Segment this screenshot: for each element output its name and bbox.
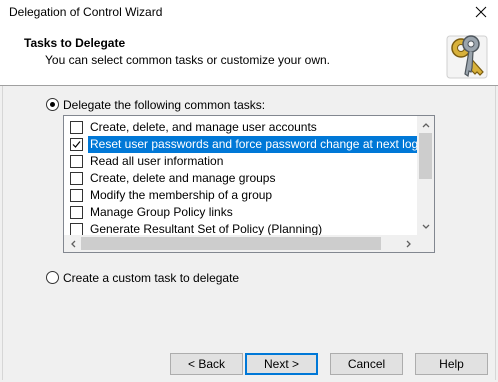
delegate-common-radio[interactable]	[46, 98, 59, 111]
window-title: Delegation of Control Wizard	[9, 5, 163, 19]
chevron-up-icon	[422, 122, 429, 127]
list-item[interactable]: Manage Group Policy links	[70, 204, 422, 221]
list-item[interactable]: Modify the membership of a group	[70, 187, 422, 204]
list-item[interactable]: Reset user passwords and force password …	[70, 136, 434, 153]
close-icon	[475, 6, 487, 17]
list-item[interactable]: Create, delete and manage groups	[70, 170, 422, 187]
task-label: Create, delete and manage groups	[90, 171, 276, 185]
chevron-left-icon	[70, 240, 75, 247]
scroll-up-button[interactable]	[417, 116, 434, 133]
cancel-button[interactable]: Cancel	[330, 353, 403, 375]
checkmark-icon	[72, 141, 81, 148]
task-checkbox[interactable]	[70, 121, 83, 134]
chevron-down-icon	[422, 224, 429, 229]
task-checkbox[interactable]	[70, 138, 83, 151]
scrollbar-corner	[417, 235, 434, 252]
list-item[interactable]: Create, delete, and manage user accounts	[70, 119, 422, 136]
title-bar: Delegation of Control Wizard	[0, 0, 498, 23]
scroll-right-button[interactable]	[400, 235, 417, 252]
horizontal-scroll-thumb[interactable]	[81, 237, 381, 250]
task-checkbox[interactable]	[70, 172, 83, 185]
horizontal-scrollbar[interactable]	[64, 235, 417, 252]
custom-task-radio[interactable]	[46, 271, 59, 284]
task-checkbox[interactable]	[70, 206, 83, 219]
back-button[interactable]: < Back	[170, 353, 243, 375]
task-label: Create, delete, and manage user accounts	[90, 120, 317, 134]
task-label: Modify the membership of a group	[90, 188, 273, 202]
task-label: Manage Group Policy links	[90, 205, 233, 219]
page-subtitle: You can select common tasks or customize…	[45, 53, 331, 67]
task-label: Reset user passwords and force password …	[88, 136, 434, 153]
list-item[interactable]: Read all user information	[70, 153, 422, 170]
task-label: Read all user information	[90, 154, 224, 168]
keys-icon	[446, 35, 488, 79]
custom-task-label[interactable]: Create a custom task to delegate	[63, 271, 239, 285]
scroll-left-button[interactable]	[64, 235, 81, 252]
page-title: Tasks to Delegate	[24, 36, 126, 50]
vertical-scroll-thumb[interactable]	[419, 133, 432, 179]
delegate-common-label[interactable]: Delegate the following common tasks:	[63, 98, 265, 112]
chevron-right-icon	[406, 240, 411, 247]
vertical-scrollbar[interactable]	[417, 116, 434, 235]
task-checkbox[interactable]	[70, 189, 83, 202]
help-button[interactable]: Help	[415, 353, 488, 375]
common-tasks-list[interactable]: Create, delete, and manage user accounts…	[63, 115, 435, 253]
wizard-header: Tasks to Delegate You can select common …	[0, 23, 498, 86]
task-checkbox[interactable]	[70, 155, 83, 168]
next-button[interactable]: Next >	[245, 353, 318, 375]
close-button[interactable]	[464, 0, 498, 23]
scroll-down-button[interactable]	[417, 218, 434, 235]
